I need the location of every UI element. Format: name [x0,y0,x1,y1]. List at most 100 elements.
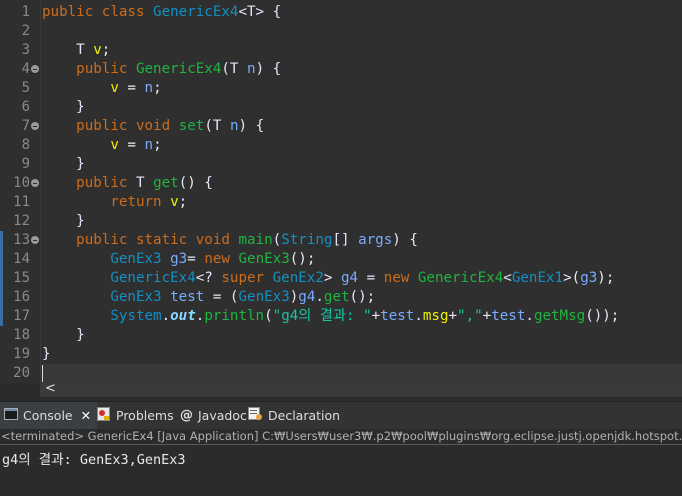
code-token: . [315,289,324,305]
gutter-separator [40,0,41,383]
collapse-fold-icon[interactable] [31,236,39,244]
horizontal-scrollbar[interactable]: < [40,381,682,397]
code-line[interactable]: public static void main(String[] args) { [42,231,418,250]
code-token: ) { [392,232,418,248]
code-line[interactable]: T v; [42,41,110,60]
code-line[interactable]: GenericEx4<? super GenEx2> g4 = new Gene… [42,269,614,288]
code-token: "g4의 결과: " [272,308,372,324]
code-token: GenericEx4 [110,270,196,286]
code-token: > [323,270,341,286]
code-token: g4 [340,270,359,286]
code-token: (T [204,118,230,134]
code-token: new [383,270,418,286]
code-token: return [42,194,171,210]
close-icon[interactable]: ✕ [81,408,91,423]
code-token: + [482,308,492,324]
code-token: get [323,289,350,305]
collapse-fold-icon[interactable] [31,122,39,130]
code-token: . [525,308,534,324]
line-number: 10 [13,175,30,191]
code-token: T [135,175,154,191]
code-line[interactable]: public void set(T n) { [42,117,264,136]
code-token: n [144,80,154,96]
scroll-left-arrow[interactable]: < [45,381,56,396]
code-token: args [358,232,393,248]
code-token: ( [272,232,282,248]
code-token: v [110,137,119,153]
code-line[interactable]: } [42,155,85,174]
tab-problems-label: Problems [116,408,174,423]
code-line[interactable]: } [42,345,51,364]
code-token: System [110,308,162,324]
line-number: 5 [21,80,30,96]
code-token: GenericEx4 [153,4,239,20]
console-icon [4,407,18,424]
problems-icon [97,407,111,424]
code-token: public [42,4,102,20]
line-number: 9 [21,156,30,172]
code-line[interactable]: public T get() { [42,174,213,193]
current-line-highlight [42,364,682,383]
code-line[interactable]: public class GenericEx4<T> { [42,3,281,22]
code-token: GenEx2 [272,270,324,286]
code-token: v [93,42,102,58]
code-token: static [135,232,196,248]
collapse-fold-icon[interactable] [31,179,39,187]
code-token: ; [101,42,111,58]
code-token: = [118,137,145,153]
code-token: < [503,270,512,286]
code-token: test [380,308,415,324]
line-number: 16 [13,289,30,305]
code-token: v [110,80,119,96]
code-token: ) [289,289,299,305]
code-token: String [281,232,333,248]
bottom-panel-tabbar: Console ✕ Problems @ Javadoc Declaration [0,401,682,429]
tab-declaration[interactable]: Declaration [248,402,340,429]
code-line[interactable]: v = n; [42,136,162,155]
code-token: ) { [238,118,265,134]
tab-problems[interactable]: Problems [97,402,174,429]
code-token: >( [563,270,581,286]
code-editor[interactable]: 1 2 3 4 5 6 7 8 9 10 11 12 13 14 15 16 17 18 19 20 public c… [0,0,682,383]
javadoc-icon: @ [180,408,193,423]
code-line[interactable]: return v; [42,193,187,212]
code-token: + [371,308,381,324]
code-token: g4 [298,289,316,305]
code-token: get [153,175,179,191]
line-number: 15 [13,270,30,286]
code-token: T [42,42,94,58]
code-line[interactable]: GenEx3 g3= new GenEx3(); [42,250,315,269]
code-token: (T [221,61,248,77]
code-line[interactable]: System.out.println("g4의 결과: "+test.msg+"… [42,307,619,326]
code-token: . [414,308,423,324]
text-caret [42,365,43,382]
collapse-fold-icon[interactable] [31,65,39,73]
code-token: public [42,175,136,191]
code-token: getMsg [533,308,586,324]
code-token: ); [597,270,615,286]
tab-javadoc[interactable]: @ Javadoc [180,402,247,429]
code-line[interactable]: public GenericEx4(T n) { [42,60,281,79]
console-output-area[interactable]: g4의 결과: GenEx3,GenEx3 [0,445,682,496]
code-line[interactable]: } [42,212,85,231]
code-token: out [170,308,196,324]
code-line[interactable]: v = n; [42,79,162,98]
code-line[interactable]: GenEx3 test = (GenEx3)g4.get(); [42,288,375,307]
code-token: g3 [170,251,188,267]
code-line[interactable]: } [42,326,85,345]
code-token: ; [153,80,162,96]
code-token: } [42,327,85,343]
code-token: GenericEx4 [417,270,504,286]
code-token: GenEx3 [238,289,290,305]
code-token: GenEx3 [110,289,171,305]
code-line[interactable]: } [42,98,85,117]
tab-console[interactable]: Console ✕ [0,402,97,429]
line-number: 20 [13,365,30,381]
code-token: "," [457,308,483,324]
code-token: ; [153,137,162,153]
code-token: } [42,213,85,229]
code-token: public [42,232,136,248]
code-token: = [118,80,145,96]
